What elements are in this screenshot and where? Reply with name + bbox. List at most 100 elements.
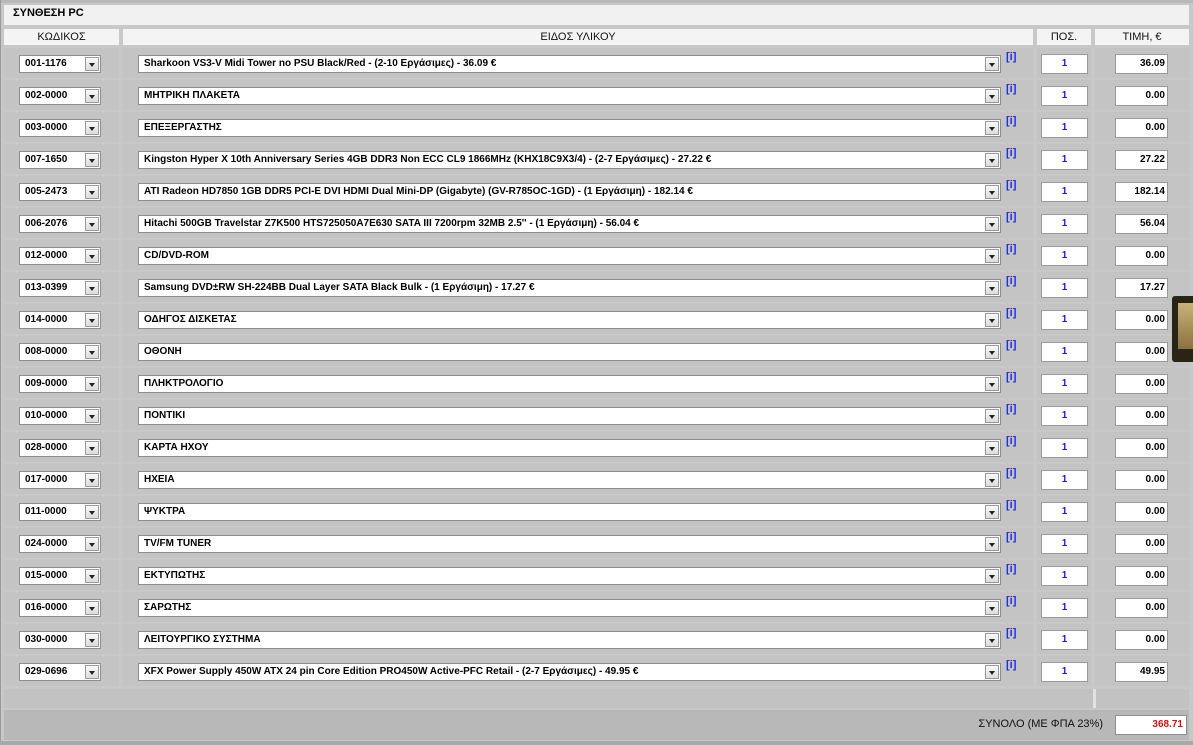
quantity-input[interactable]: 1 [1041,214,1088,234]
dropdown-button[interactable] [985,569,999,583]
dropdown-button[interactable] [985,505,999,519]
info-link[interactable]: [i] [1006,659,1016,671]
code-select[interactable]: 029-0696 [19,663,101,681]
item-select[interactable]: ΚΑΡΤΑ ΗΧΟΥ [138,439,1001,457]
quantity-input[interactable]: 1 [1041,342,1088,362]
code-select[interactable]: 001-1176 [19,55,101,73]
quantity-input[interactable]: 1 [1041,86,1088,106]
item-select[interactable]: ΟΔΗΓΟΣ ΔΙΣΚΕΤΑΣ [138,311,1001,329]
dropdown-button[interactable] [85,665,99,679]
info-link[interactable]: [i] [1006,467,1016,479]
item-select[interactable]: ΕΚΤΥΠΩΤΗΣ [138,567,1001,585]
code-select[interactable]: 007-1650 [19,151,101,169]
dropdown-button[interactable] [85,537,99,551]
quantity-input[interactable]: 1 [1041,406,1088,426]
item-select[interactable]: ΜΗΤΡΙΚΗ ΠΛΑΚΕΤΑ [138,87,1001,105]
code-select[interactable]: 013-0399 [19,279,101,297]
info-link[interactable]: [i] [1006,51,1016,63]
info-link[interactable]: [i] [1006,115,1016,127]
quantity-input[interactable]: 1 [1041,662,1088,682]
info-link[interactable]: [i] [1006,627,1016,639]
quantity-input[interactable]: 1 [1041,54,1088,74]
dropdown-button[interactable] [85,633,99,647]
item-select[interactable]: Samsung DVD±RW SH-224BB Dual Layer SATA … [138,279,1001,297]
dropdown-button[interactable] [985,377,999,391]
quantity-input[interactable]: 1 [1041,150,1088,170]
dropdown-button[interactable] [985,537,999,551]
info-link[interactable]: [i] [1006,371,1016,383]
item-select[interactable]: ATI Radeon HD7850 1GB DDR5 PCI-E DVI HDM… [138,183,1001,201]
info-link[interactable]: [i] [1006,211,1016,223]
dropdown-button[interactable] [985,441,999,455]
info-link[interactable]: [i] [1006,595,1016,607]
quantity-input[interactable]: 1 [1041,534,1088,554]
quantity-input[interactable]: 1 [1041,566,1088,586]
dropdown-button[interactable] [85,473,99,487]
item-select[interactable]: ΠΟΝΤΙΚΙ [138,407,1001,425]
quantity-input[interactable]: 1 [1041,630,1088,650]
dropdown-button[interactable] [85,89,99,103]
dropdown-button[interactable] [85,441,99,455]
dropdown-button[interactable] [985,121,999,135]
dropdown-button[interactable] [985,313,999,327]
dropdown-button[interactable] [85,313,99,327]
code-select[interactable]: 024-0000 [19,535,101,553]
info-link[interactable]: [i] [1006,435,1016,447]
info-link[interactable]: [i] [1006,243,1016,255]
quantity-input[interactable]: 1 [1041,118,1088,138]
dropdown-button[interactable] [85,185,99,199]
code-select[interactable]: 008-0000 [19,343,101,361]
dropdown-button[interactable] [85,121,99,135]
info-link[interactable]: [i] [1006,499,1016,511]
code-select[interactable]: 028-0000 [19,439,101,457]
item-select[interactable]: CD/DVD-ROM [138,247,1001,265]
dropdown-button[interactable] [985,409,999,423]
dropdown-button[interactable] [85,249,99,263]
code-select[interactable]: 012-0000 [19,247,101,265]
dropdown-button[interactable] [985,249,999,263]
item-select[interactable]: ΣΑΡΩΤΗΣ [138,599,1001,617]
info-link[interactable]: [i] [1006,403,1016,415]
code-select[interactable]: 014-0000 [19,311,101,329]
dropdown-button[interactable] [85,505,99,519]
dropdown-button[interactable] [85,281,99,295]
quantity-input[interactable]: 1 [1041,374,1088,394]
code-select[interactable]: 030-0000 [19,631,101,649]
item-select[interactable]: XFX Power Supply 450W ATX 24 pin Core Ed… [138,663,1001,681]
code-select[interactable]: 010-0000 [19,407,101,425]
code-select[interactable]: 011-0000 [19,503,101,521]
quantity-input[interactable]: 1 [1041,502,1088,522]
dropdown-button[interactable] [985,281,999,295]
dropdown-button[interactable] [985,345,999,359]
item-select[interactable]: ΠΛΗΚΤΡΟΛΟΓΙΟ [138,375,1001,393]
code-select[interactable]: 006-2076 [19,215,101,233]
info-link[interactable]: [i] [1006,147,1016,159]
quantity-input[interactable]: 1 [1041,182,1088,202]
code-select[interactable]: 015-0000 [19,567,101,585]
item-select[interactable]: ΗΧΕΙΑ [138,471,1001,489]
dropdown-button[interactable] [985,89,999,103]
quantity-input[interactable]: 1 [1041,438,1088,458]
dropdown-button[interactable] [985,665,999,679]
dropdown-button[interactable] [85,601,99,615]
item-select[interactable]: ΛΕΙΤΟΥΡΓΙΚΟ ΣΥΣΤΗΜΑ [138,631,1001,649]
item-select[interactable]: TV/FM TUNER [138,535,1001,553]
dropdown-button[interactable] [985,217,999,231]
item-select[interactable]: Hitachi 500GB Travelstar Z7K500 HTS72505… [138,215,1001,233]
info-link[interactable]: [i] [1006,307,1016,319]
dropdown-button[interactable] [985,473,999,487]
quantity-input[interactable]: 1 [1041,278,1088,298]
code-select[interactable]: 017-0000 [19,471,101,489]
side-thumbnail[interactable] [1172,296,1193,362]
dropdown-button[interactable] [85,153,99,167]
dropdown-button[interactable] [985,601,999,615]
info-link[interactable]: [i] [1006,179,1016,191]
dropdown-button[interactable] [85,569,99,583]
dropdown-button[interactable] [985,57,999,71]
code-select[interactable]: 016-0000 [19,599,101,617]
item-select[interactable]: Kingston Hyper X 10th Anniversary Series… [138,151,1001,169]
code-select[interactable]: 005-2473 [19,183,101,201]
quantity-input[interactable]: 1 [1041,470,1088,490]
info-link[interactable]: [i] [1006,275,1016,287]
quantity-input[interactable]: 1 [1041,598,1088,618]
